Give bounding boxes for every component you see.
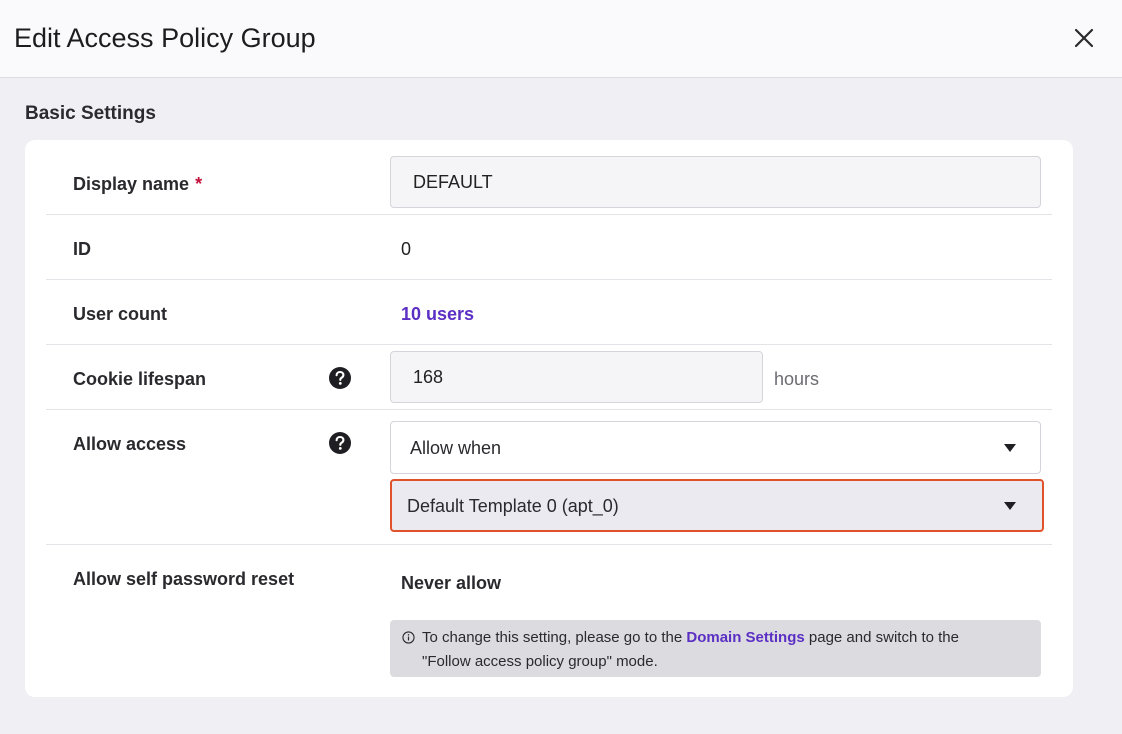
user-count-row: User count 10 users xyxy=(46,280,1052,345)
dialog-title: Edit Access Policy Group xyxy=(14,23,316,53)
access-template-value: Default Template 0 (apt_0) xyxy=(407,496,619,516)
chevron-down-icon xyxy=(1004,444,1016,452)
chevron-down-icon xyxy=(1004,502,1016,510)
access-template-select[interactable]: Default Template 0 (apt_0) xyxy=(390,479,1044,532)
dialog-header: Edit Access Policy Group xyxy=(0,0,1122,78)
id-label: ID xyxy=(73,239,91,259)
question-circle-icon[interactable] xyxy=(328,366,352,390)
required-mark: * xyxy=(195,174,203,194)
display-name-row: Display name * xyxy=(46,140,1052,215)
question-circle-icon[interactable] xyxy=(328,431,352,455)
settings-card: Display name* ID 0 User count 10 users C… xyxy=(25,140,1073,697)
notice-text-after: "Follow access policy group" mode. xyxy=(422,653,658,670)
display-name-label: Display name * xyxy=(73,174,203,194)
self-password-reset-value: Never allow xyxy=(401,573,502,593)
self-password-reset-label: Allow self password reset xyxy=(73,569,295,589)
display-name-input[interactable] xyxy=(390,156,1041,208)
close-icon xyxy=(1074,28,1094,48)
cookie-lifespan-unit: hours xyxy=(774,369,820,389)
domain-settings-link[interactable]: Domain Settings xyxy=(686,629,804,646)
id-row: ID 0 xyxy=(46,215,1052,280)
notice-text-before: To change this setting, please go to the xyxy=(422,629,687,646)
notice-text-middle: page and switch to the xyxy=(804,629,959,646)
close-button[interactable] xyxy=(1071,25,1097,51)
domain-settings-notice: To change this setting, please go to the… xyxy=(390,620,1041,677)
self-password-reset-row: Allow self password reset Never allow To… xyxy=(46,545,1052,697)
id-value: 0 xyxy=(401,239,412,259)
cookie-lifespan-row: Cookie lifespan hours xyxy=(46,345,1052,410)
allow-access-label: Allow access xyxy=(73,434,187,454)
allow-access-mode-value: Allow when xyxy=(410,438,502,458)
cookie-lifespan-label: Cookie lifespan xyxy=(73,369,207,389)
allow-access-mode-select[interactable]: Allow when xyxy=(390,421,1041,474)
info-circle-icon xyxy=(402,631,415,644)
allow-access-row: Allow access Allow when Default Template… xyxy=(46,410,1052,545)
user-count-link[interactable]: 10 users xyxy=(401,302,474,326)
cookie-lifespan-input[interactable] xyxy=(390,351,763,403)
user-count-label: User count xyxy=(73,304,168,324)
section-title: Basic Settings xyxy=(25,103,156,124)
